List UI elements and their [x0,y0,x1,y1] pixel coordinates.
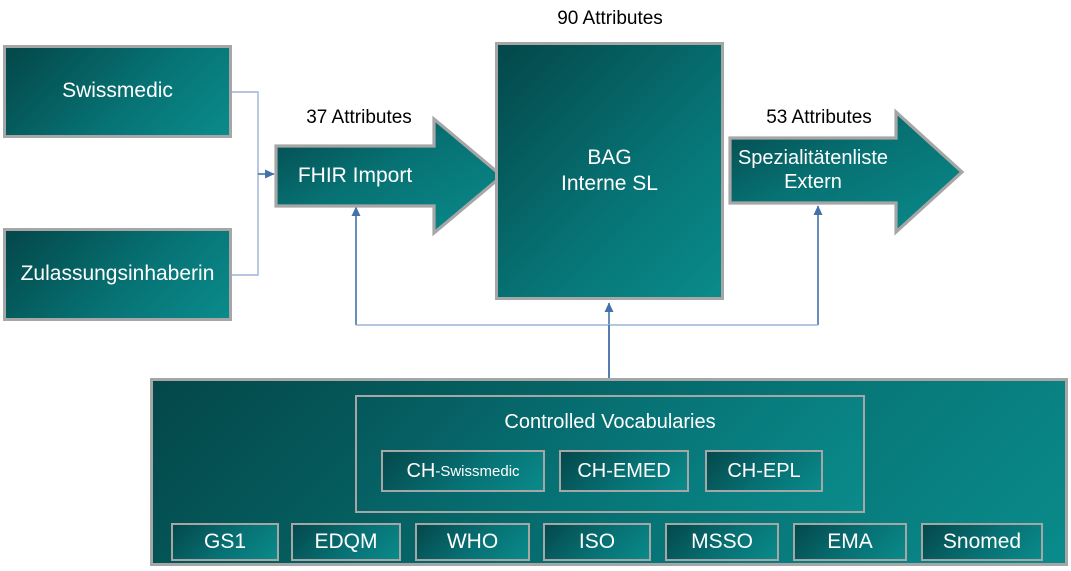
standard-chip-snomed[interactable]: Snomed [921,523,1043,561]
standard-chip-iso[interactable]: ISO [543,523,651,561]
standard-chip-edqm-label: EDQM [314,530,378,553]
standard-chip-gs1[interactable]: GS1 [171,523,279,561]
standard-chip-ema-label: EMA [827,530,873,553]
vocabulary-chip-ch-emed[interactable]: CH-EMED [559,450,689,492]
vocabulary-chip-ch-epl[interactable]: CH-EPL [705,450,823,492]
controlled-vocabularies-title: Controlled Vocabularies [504,411,716,433]
vocabulary-panel: Controlled Vocabularies CH -Swissmedic CH… [150,378,1068,566]
central-box-bag-interne-sl[interactable]: BAG Interne SL [495,42,724,300]
vocabulary-chip-ch-swissmedic[interactable]: CH -Swissmedic [381,450,545,492]
spezialitaetenliste-extern-arrow[interactable]: Spezialitätenliste Extern [728,108,965,236]
standard-chip-edqm[interactable]: EDQM [291,523,401,561]
standard-chip-snomed-label: Snomed [942,530,1022,553]
vocabulary-chip-ch-swissmedic-suffix: -Swissmedic [435,462,520,480]
standard-chip-gs1-label: GS1 [203,530,247,553]
source-box-zulassungsinhaberin-label: Zulassungsinhaberin [20,262,215,286]
standard-chip-msso-label: MSSO [691,530,753,553]
standard-chip-ema[interactable]: EMA [793,523,907,561]
standard-chip-who-label: WHO [446,530,499,553]
central-box-line2: Interne SL [561,172,658,195]
vocabulary-chip-ch-epl-label: CH-EPL [727,459,801,482]
fhir-import-arrow[interactable]: FHIR Import [274,115,505,237]
controlled-vocabularies-box[interactable]: Controlled Vocabularies CH -Swissmedic CH… [355,395,865,513]
source-box-swissmedic[interactable]: Swissmedic [3,45,232,138]
diagram-canvas: Swissmedic Zulassungsinhaberin 37 Attrib… [0,0,1071,571]
source-box-zulassungsinhaberin[interactable]: Zulassungsinhaberin [3,228,232,321]
source-box-swissmedic-label: Swissmedic [62,79,173,103]
label-90-attributes: 90 Attributes [557,8,663,29]
central-box-line1: BAG [587,145,632,169]
vocabulary-chip-ch-swissmedic-prefix: CH [406,459,436,482]
standard-chip-iso-label: ISO [578,530,616,553]
standard-chip-who[interactable]: WHO [415,523,530,561]
standard-chip-msso[interactable]: MSSO [665,523,779,561]
vocabulary-chip-ch-emed-label: CH-EMED [577,459,671,482]
